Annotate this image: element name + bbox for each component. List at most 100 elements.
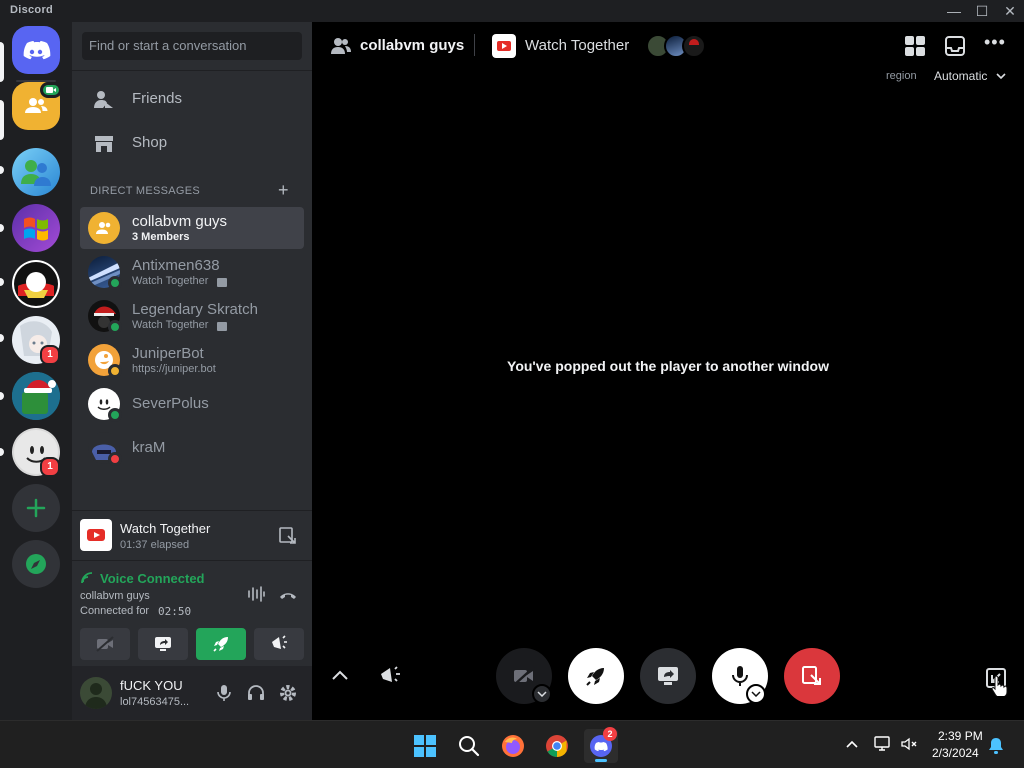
camera-options-chevron[interactable] xyxy=(532,684,552,704)
unread-indicator xyxy=(0,166,4,174)
region-select[interactable]: Automatic xyxy=(934,69,987,83)
notification-bell-icon[interactable] xyxy=(988,737,1004,755)
screen-share-button[interactable] xyxy=(138,628,188,660)
soundboard-button[interactable] xyxy=(378,664,402,688)
dm-severpolus[interactable]: SeverPolus xyxy=(80,383,304,425)
search-icon xyxy=(459,736,480,757)
headphones-button[interactable] xyxy=(246,683,266,703)
search-input[interactable]: Find or start a conversation xyxy=(82,32,302,60)
user-panel: fUCK YOU lol74563475... xyxy=(72,666,312,720)
close-button[interactable]: ✕ xyxy=(996,0,1024,22)
server-mascot[interactable] xyxy=(12,260,60,308)
dm-activity: Watch Together xyxy=(132,275,209,287)
server-windows[interactable] xyxy=(12,204,60,252)
chevron-up-button[interactable] xyxy=(330,668,350,684)
microphone-icon xyxy=(732,666,748,686)
camera-button[interactable] xyxy=(80,628,130,660)
dm-name: Antixmen638 xyxy=(132,257,220,274)
popout-return-button[interactable] xyxy=(278,526,298,546)
maximize-button[interactable]: ☐ xyxy=(968,0,996,22)
settings-gear-button[interactable] xyxy=(278,683,298,703)
discord-logo-icon xyxy=(23,41,51,60)
inbox-button[interactable] xyxy=(944,35,966,57)
voice-channel[interactable]: collabvm guys xyxy=(80,590,150,602)
activity-name[interactable]: Watch Together xyxy=(525,37,629,54)
screen-share-button[interactable] xyxy=(640,648,696,704)
voice-connected-time: 02:50 xyxy=(158,605,192,618)
nav-friends[interactable]: Friends xyxy=(80,78,304,120)
voice-status[interactable]: Voice Connected xyxy=(100,571,205,586)
active-indicator xyxy=(595,759,607,762)
network-icon[interactable] xyxy=(874,735,892,753)
add-server-button[interactable] xyxy=(12,484,60,532)
hand-cursor-icon xyxy=(991,675,1008,696)
messenger-people-icon xyxy=(21,160,51,186)
rocket-icon xyxy=(586,668,604,686)
title-bar: Discord — ☐ ✕ xyxy=(0,0,1024,22)
dm-activity: Watch Together xyxy=(132,319,209,331)
user-avatar[interactable] xyxy=(80,677,112,709)
start-button[interactable] xyxy=(408,729,442,763)
noise-suppression-button[interactable] xyxy=(246,584,266,604)
dm-sidebar: Find or start a conversation Friends Sho… xyxy=(72,22,312,720)
online-status-icon xyxy=(108,276,122,290)
dm-legendary-skratch[interactable]: Legendary Skratch Watch Together xyxy=(80,295,304,337)
avatar-figure-icon xyxy=(85,683,107,709)
rocket-icon xyxy=(213,637,228,652)
server-messenger[interactable] xyxy=(12,148,60,196)
server-xmas[interactable] xyxy=(12,372,60,420)
leave-activity-button[interactable] xyxy=(784,648,840,704)
screen-share-icon xyxy=(658,667,678,685)
unread-badge: 1 xyxy=(40,457,60,477)
create-dm-button[interactable]: + xyxy=(278,180,289,201)
firefox-button[interactable] xyxy=(496,729,530,763)
chrome-icon xyxy=(546,735,568,757)
volume-muted-icon[interactable] xyxy=(900,735,918,753)
soundboard-icon xyxy=(272,635,287,649)
search-button[interactable] xyxy=(452,729,486,763)
dm-header: DIRECT MESSAGES xyxy=(90,185,201,197)
dm-collabvm-guys[interactable]: collabvm guys 3 Members xyxy=(80,207,304,249)
compass-icon xyxy=(26,554,46,574)
clock-time[interactable]: 2:39 PM xyxy=(938,729,983,743)
nav-shop-label: Shop xyxy=(132,134,168,151)
friends-icon xyxy=(94,91,113,108)
idle-status-icon xyxy=(108,364,122,378)
explore-button[interactable] xyxy=(12,540,60,588)
activity-rocket-button[interactable] xyxy=(568,648,624,704)
activity-launch-button[interactable] xyxy=(196,628,246,660)
clock-date[interactable]: 2/3/2024 xyxy=(932,746,979,760)
tray-chevron-up-icon[interactable] xyxy=(845,739,859,749)
mic-options-chevron[interactable] xyxy=(746,684,766,704)
chrome-button[interactable] xyxy=(540,729,574,763)
home-button[interactable] xyxy=(12,26,60,74)
server-rail: 1 1 xyxy=(0,22,72,720)
xmas-avatar-icon xyxy=(12,372,60,420)
selected-indicator xyxy=(0,100,4,140)
soundboard-button[interactable] xyxy=(254,628,304,660)
grid-layout-button[interactable] xyxy=(904,35,926,57)
disconnect-button[interactable] xyxy=(278,585,298,605)
more-options-button[interactable]: ••• xyxy=(984,32,1006,53)
dm-juniperbot[interactable]: JuniperBot https://juniper.bot xyxy=(80,339,304,381)
voice-connected-label: Connected for xyxy=(80,605,150,617)
signal-icon xyxy=(81,572,93,584)
youtube-icon xyxy=(80,519,112,551)
minimize-button[interactable]: — xyxy=(940,0,968,22)
dm-antixmen638[interactable]: Antixmen638 Watch Together xyxy=(80,251,304,293)
microphone-button[interactable] xyxy=(214,683,234,703)
dm-name: Legendary Skratch xyxy=(132,301,258,318)
mascot-icon xyxy=(14,262,58,306)
screen-share-icon xyxy=(155,637,171,651)
popout-message: You've popped out the player to another … xyxy=(507,358,829,374)
user-tag: lol74563475... xyxy=(120,696,190,708)
unread-badge: 1 xyxy=(40,345,60,365)
dnd-status-icon xyxy=(108,452,122,466)
dm-kram[interactable]: kraM xyxy=(80,427,304,469)
dm-members: 3 Members xyxy=(132,231,190,243)
nav-shop[interactable]: Shop xyxy=(80,122,304,164)
unread-indicator xyxy=(0,334,4,342)
app-title: Discord xyxy=(10,4,54,16)
windows-flag-icon xyxy=(24,217,48,241)
dm-name: JuniperBot xyxy=(132,345,204,362)
